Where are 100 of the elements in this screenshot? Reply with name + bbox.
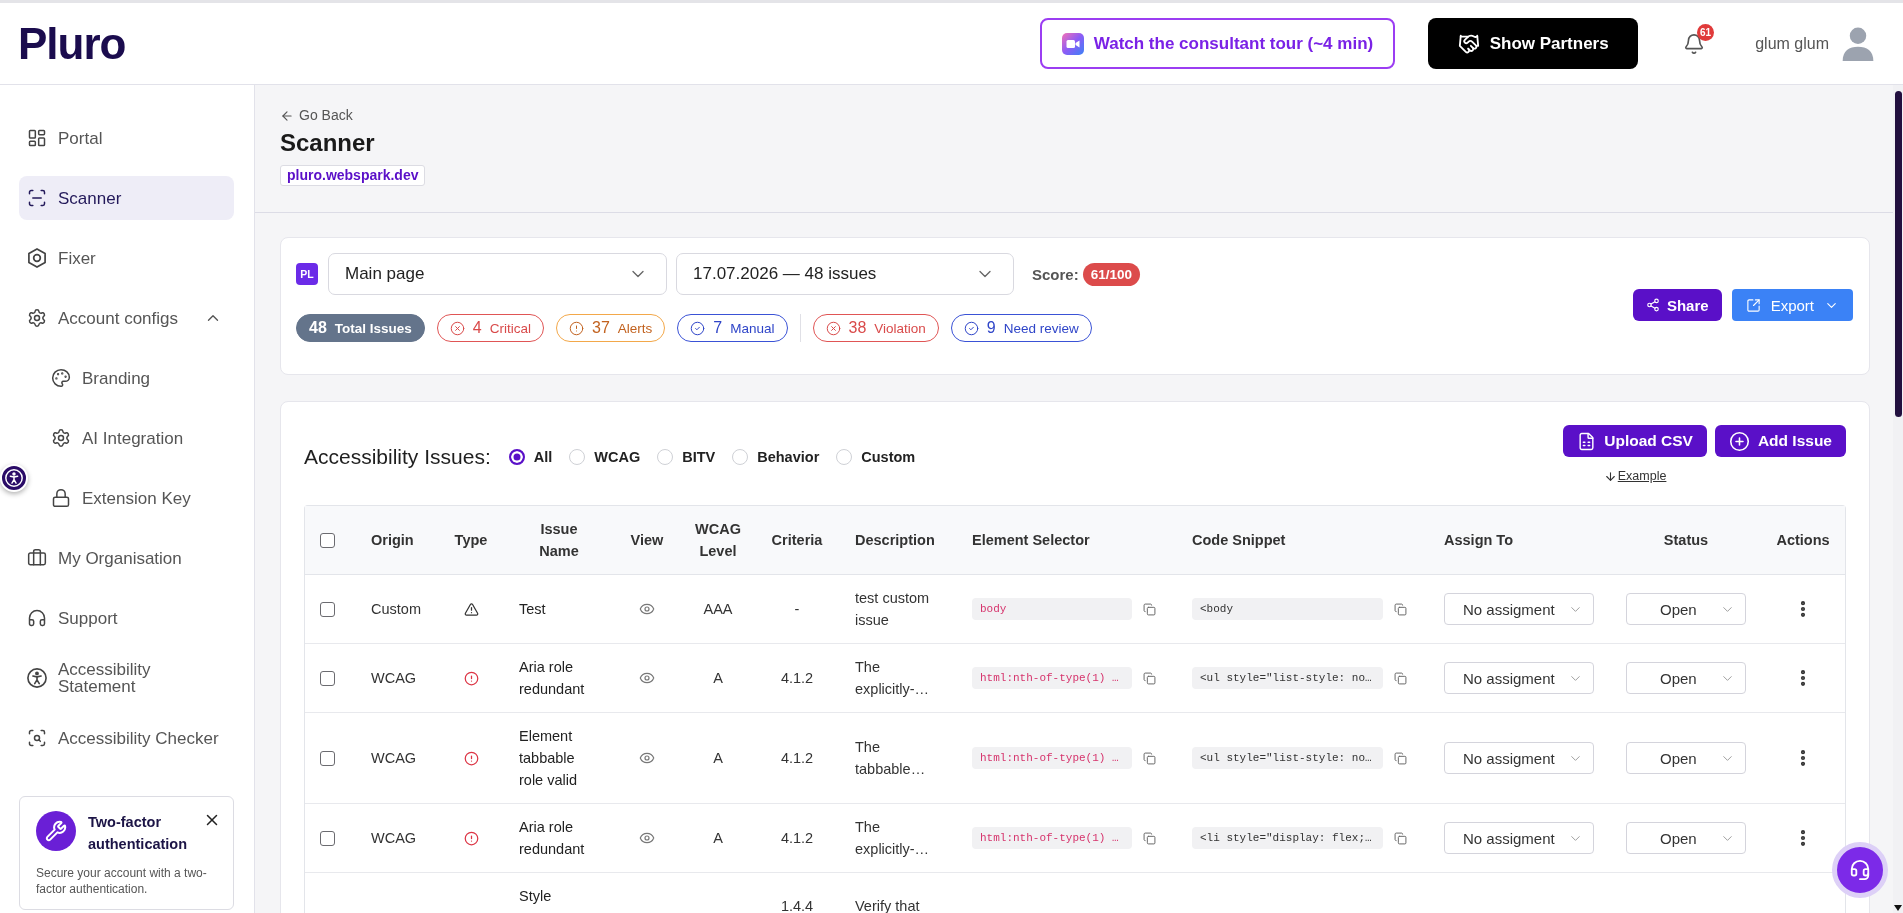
description-text: The explicitly-… — [855, 658, 931, 699]
scan-dropdown[interactable]: 17.07.2026 — 48 issues — [676, 253, 1014, 295]
code-snippet: <ul style="list-style: no… — [1192, 747, 1383, 769]
copy-icon[interactable] — [1143, 602, 1156, 616]
gear-icon — [51, 428, 71, 448]
page-dropdown[interactable]: Main page — [328, 253, 667, 295]
sidebar-item[interactable]: My Organisation — [19, 536, 234, 580]
scrollbar-thumb[interactable] — [1894, 91, 1902, 417]
column-header: Status — [1663, 531, 1709, 550]
wcag-level-text: A — [713, 829, 723, 848]
issue-name: Element tabbable role valid — [519, 727, 579, 790]
issue-filter-option[interactable]: All — [508, 449, 553, 465]
back-link[interactable]: Go Back — [280, 107, 353, 124]
issue-count-chip[interactable]: 38 Violation — [812, 314, 939, 342]
criteria-text: 4.1.2 — [780, 829, 814, 848]
column-header: WCAG Level — [694, 520, 742, 561]
row-checkbox[interactable] — [320, 830, 335, 846]
copy-icon[interactable] — [1143, 831, 1156, 845]
copy-icon[interactable] — [1394, 751, 1407, 765]
issue-count-chip[interactable]: 48 Total Issues — [296, 314, 425, 342]
sidebar-item[interactable]: Support — [19, 596, 234, 640]
assignee-dropdown[interactable]: No assigment — [1444, 822, 1594, 854]
user-name[interactable]: glum glum — [1755, 34, 1829, 53]
issue-filter-option[interactable]: WCAG — [569, 449, 641, 465]
eye-icon[interactable] — [639, 670, 655, 686]
column-header: Description — [855, 531, 935, 550]
issue-filter-option[interactable]: Behavior — [732, 449, 820, 465]
issue-count-chip[interactable]: 37 Alerts — [556, 314, 666, 342]
copy-icon[interactable] — [1394, 671, 1407, 685]
copy-icon[interactable] — [1394, 602, 1407, 616]
sidebar-item[interactable]: Account configs — [19, 296, 234, 340]
notice-title: Two-factor authentication — [88, 813, 189, 854]
eye-icon[interactable] — [639, 601, 655, 617]
eye-icon[interactable] — [639, 830, 655, 846]
copy-icon[interactable] — [1143, 671, 1156, 685]
radio-button[interactable] — [508, 449, 525, 465]
column-header: View — [630, 531, 664, 550]
sidebar-item[interactable]: Extension Key — [19, 476, 234, 520]
assignee-dropdown[interactable]: No assigment — [1444, 662, 1594, 694]
score-badge: 61/100 — [1082, 262, 1140, 286]
notification-badge: 61 — [1697, 23, 1715, 41]
column-header: Issue Name — [538, 520, 580, 561]
scan-search-icon — [27, 728, 47, 748]
issue-count-chip[interactable]: 4 Critical — [436, 314, 544, 342]
status-dropdown[interactable]: Open — [1626, 593, 1746, 625]
column-header: Code Snippet — [1192, 531, 1286, 550]
row-checkbox[interactable] — [320, 601, 335, 617]
sidebar-item[interactable]: Branding — [19, 356, 234, 400]
upload-csv-button[interactable]: Upload CSV — [1563, 425, 1707, 457]
example-link[interactable]: Example — [1603, 469, 1667, 483]
pluro-logo[interactable]: Pluro — [18, 21, 126, 66]
column-header: Origin — [371, 531, 414, 550]
page-title: Scanner — [280, 128, 375, 157]
criteria-text: 4.1.2 — [780, 669, 814, 688]
support-chat-button[interactable] — [1832, 842, 1888, 898]
issue-filter-option[interactable]: BITV — [657, 449, 716, 465]
issue-name: Test — [519, 600, 546, 619]
row-checkbox[interactable] — [320, 750, 335, 766]
external-link-icon — [1745, 297, 1761, 313]
wcag-level-text: A — [713, 749, 723, 768]
alert-circle-icon — [569, 320, 584, 336]
status-dropdown[interactable]: Open — [1626, 662, 1746, 694]
row-checkbox[interactable] — [320, 670, 335, 686]
select-all-checkbox[interactable] — [320, 532, 335, 548]
video-camera-icon — [1061, 32, 1084, 55]
copy-icon[interactable] — [1394, 831, 1407, 845]
sidebar-item[interactable]: Fixer — [19, 236, 234, 280]
element-selector-code: body — [972, 598, 1132, 620]
sidebar-item[interactable]: Accessibility Statement — [19, 656, 234, 700]
eye-icon[interactable] — [639, 750, 655, 766]
sidebar-item[interactable]: Portal — [19, 116, 234, 160]
assignee-dropdown[interactable]: No assigment — [1444, 742, 1594, 774]
issue-count-chip[interactable]: 9 Need review — [950, 314, 1092, 342]
export-button[interactable]: Export — [1731, 289, 1853, 321]
sidebar-item[interactable]: Accessibility Checker — [19, 716, 234, 760]
add-issue-button[interactable]: Add Issue — [1714, 425, 1846, 457]
issue-count-chip[interactable]: 7 Manual — [677, 314, 788, 342]
status-dropdown[interactable]: Open — [1626, 742, 1746, 774]
scrollbar-track[interactable] — [1893, 85, 1903, 913]
accessibility-icon — [27, 668, 47, 688]
scroll-down-icon[interactable] — [1894, 905, 1902, 911]
show-partners-button[interactable]: Show Partners — [1428, 18, 1639, 69]
assignee-dropdown[interactable]: No assigment — [1444, 593, 1594, 625]
copy-icon[interactable] — [1143, 751, 1156, 765]
element-selector-code: html:nth-of-type(1) … — [972, 667, 1132, 689]
column-header: Element Selector — [972, 531, 1090, 550]
scan-icon — [27, 188, 47, 208]
column-header: Type — [454, 531, 488, 550]
accessibility-icon — [5, 469, 23, 487]
sidebar-item[interactable]: AI Integration — [19, 416, 234, 460]
sidebar-item[interactable]: Scanner — [19, 176, 234, 220]
plus-circle-icon — [1728, 430, 1750, 452]
status-dropdown[interactable]: Open — [1626, 822, 1746, 854]
tour-button[interactable]: Watch the consultant tour (~4 min) — [1039, 18, 1396, 69]
share-button[interactable]: Share — [1632, 289, 1722, 321]
origin-text: WCAG — [371, 669, 417, 688]
site-badge: PL — [296, 263, 318, 285]
check-circle-icon — [690, 320, 706, 336]
element-selector-code: html:nth-of-type(1) … — [972, 827, 1132, 849]
issue-filter-option[interactable]: Custom — [836, 449, 916, 465]
